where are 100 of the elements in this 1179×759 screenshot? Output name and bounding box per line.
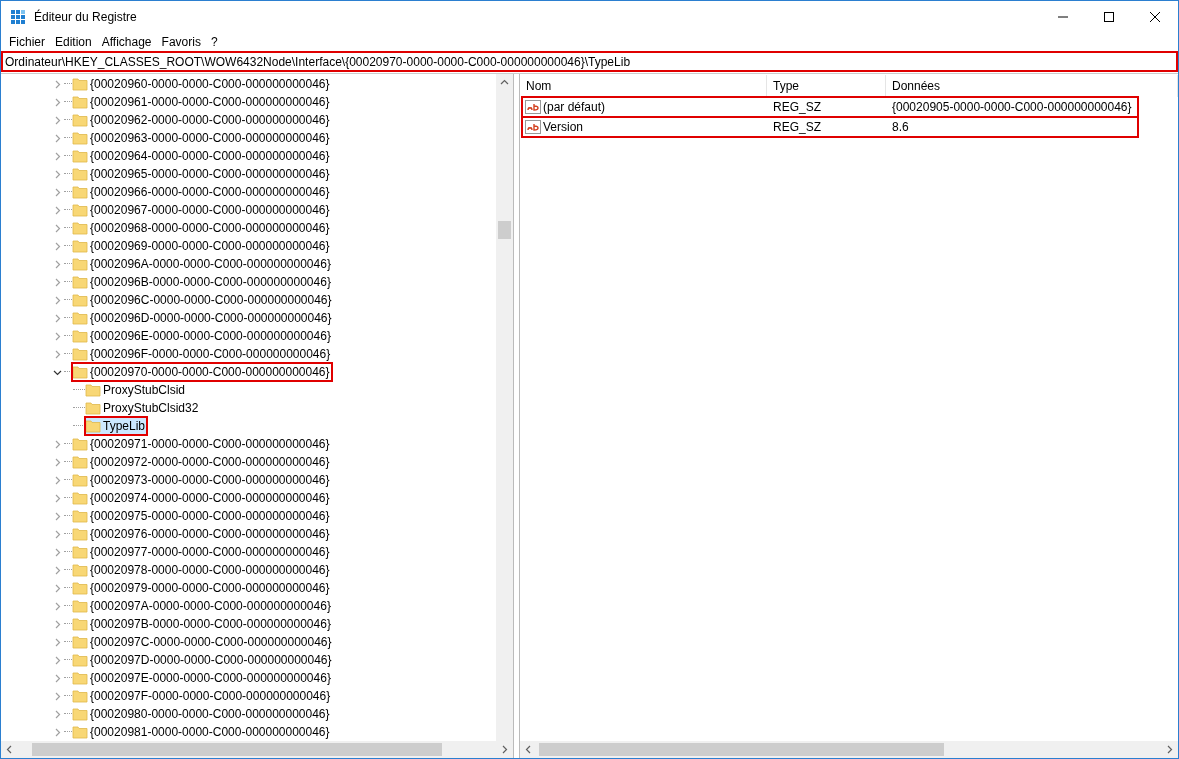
- chevron-right-icon[interactable]: [53, 709, 62, 719]
- registry-grid-icon: [10, 8, 26, 25]
- folder-icon: [72, 491, 88, 505]
- folder-icon: [72, 347, 88, 361]
- value-type: REG_SZ: [772, 99, 822, 116]
- tree-item-label: ProxyStubClsid32: [103, 400, 199, 417]
- column-header[interactable]: Données: [886, 75, 1178, 97]
- folder-icon: [72, 329, 88, 343]
- value-name: Version: [543, 119, 584, 136]
- value-type: REG_SZ: [772, 119, 822, 136]
- folder-icon: [72, 437, 88, 451]
- folder-icon: [72, 239, 88, 253]
- folder-icon: [72, 545, 88, 559]
- folder-icon: [72, 689, 88, 703]
- chevron-right-icon[interactable]: [53, 601, 62, 611]
- chevron-right-icon[interactable]: [53, 313, 62, 323]
- chevron-right-icon[interactable]: [53, 565, 62, 575]
- chevron-right-icon[interactable]: [53, 583, 62, 593]
- folder-icon: [72, 563, 88, 577]
- chevron-right-icon[interactable]: [53, 511, 62, 521]
- chevron-right-icon[interactable]: [53, 169, 62, 179]
- folder-icon: [72, 275, 88, 289]
- scrollbar-thumb[interactable]: [32, 743, 442, 756]
- menu-item[interactable]: Fichier: [4, 32, 50, 51]
- chevron-right-icon[interactable]: [53, 727, 62, 737]
- folder-icon: [72, 95, 88, 109]
- vertical-scrollbar[interactable]: [496, 74, 513, 741]
- folder-icon: [72, 293, 88, 307]
- folder-icon: [72, 653, 88, 667]
- chevron-right-icon[interactable]: [53, 619, 62, 629]
- menu-item[interactable]: Edition: [50, 32, 97, 51]
- folder-icon: [72, 617, 88, 631]
- chevron-right-icon[interactable]: [53, 133, 62, 143]
- folder-icon: [85, 383, 101, 397]
- folder-icon: [72, 707, 88, 721]
- value-row[interactable]: (par défaut) REG_SZ {00020905-0000-0000-C000-000000000046}: [522, 97, 1138, 117]
- address-bar[interactable]: Ordinateur\HKEY_CLASSES_ROOT\WOW6432Node\Interface\{00020970-0000-0000-C000-000000000046}\TypeLib: [2, 52, 1177, 71]
- chevron-right-icon[interactable]: [53, 331, 62, 341]
- window-title: Éditeur du Registre: [34, 8, 137, 26]
- folder-icon: [72, 365, 88, 379]
- chevron-right-icon[interactable]: [53, 97, 62, 107]
- folder-icon: [72, 311, 88, 325]
- string-value-icon: [525, 100, 541, 114]
- folder-icon: [72, 203, 88, 217]
- chevron-right-icon[interactable]: [53, 205, 62, 215]
- folder-icon: [72, 149, 88, 163]
- maximize-icon: [1104, 11, 1114, 22]
- folder-icon: [72, 185, 88, 199]
- chevron-right-icon[interactable]: [53, 79, 62, 89]
- menu-item[interactable]: Affichage: [96, 32, 157, 51]
- menu-item[interactable]: ?: [205, 32, 223, 51]
- chevron-right-icon[interactable]: [53, 691, 62, 701]
- chevron-right-icon[interactable]: [53, 187, 62, 197]
- folder-icon: [72, 635, 88, 649]
- chevron-right-icon[interactable]: [53, 223, 62, 233]
- folder-icon: [85, 401, 101, 415]
- scrollbar-thumb[interactable]: [498, 221, 511, 239]
- chevron-right-icon[interactable]: [53, 241, 62, 251]
- chevron-right-icon[interactable]: [53, 655, 62, 665]
- folder-icon: [72, 599, 88, 613]
- chevron-right-icon[interactable]: [53, 547, 62, 557]
- tree-item[interactable]: TypeLib: [85, 417, 148, 435]
- value-row[interactable]: Version REG_SZ 8.6: [522, 117, 1138, 137]
- chevron-right-icon[interactable]: [53, 439, 62, 449]
- tree-item[interactable]: ProxyStubClsid32: [85, 399, 201, 417]
- chevron-right-icon[interactable]: [53, 637, 62, 647]
- chevron-right-icon[interactable]: [53, 151, 62, 161]
- chevron-right-icon[interactable]: [53, 295, 62, 305]
- chevron-right-icon[interactable]: [53, 457, 62, 467]
- tree-item-label: TypeLib: [103, 418, 146, 435]
- folder-icon: [72, 131, 88, 145]
- folder-icon: [72, 113, 88, 127]
- folder-icon: [72, 77, 88, 91]
- horizontal-scrollbar[interactable]: [520, 741, 1178, 758]
- folder-icon: [72, 509, 88, 523]
- folder-icon: [85, 419, 101, 433]
- column-header[interactable]: Type: [767, 75, 886, 97]
- horizontal-scrollbar[interactable]: [1, 741, 513, 758]
- chevron-right-icon[interactable]: [53, 115, 62, 125]
- folder-icon: [72, 581, 88, 595]
- scrollbar-thumb[interactable]: [539, 743, 944, 756]
- folder-icon: [72, 455, 88, 469]
- folder-icon: [72, 473, 88, 487]
- folder-icon: [72, 221, 88, 235]
- value-data: {00020905-0000-0000-C000-000000000046}: [891, 99, 1133, 116]
- column-header[interactable]: Nom: [520, 75, 767, 97]
- chevron-right-icon[interactable]: [53, 673, 62, 683]
- chevron-right-icon[interactable]: [53, 493, 62, 503]
- folder-icon: [72, 671, 88, 685]
- chevron-right-icon[interactable]: [53, 475, 62, 485]
- chevron-right-icon[interactable]: [53, 259, 62, 269]
- menu-item[interactable]: Favoris: [156, 32, 206, 51]
- value-data: 8.6: [891, 119, 910, 136]
- folder-icon: [72, 257, 88, 271]
- folder-icon: [72, 167, 88, 181]
- chevron-right-icon[interactable]: [53, 529, 62, 539]
- tree-item[interactable]: ProxyStubClsid: [85, 381, 188, 399]
- value-name: (par défaut): [543, 99, 606, 116]
- chevron-right-icon[interactable]: [53, 277, 62, 287]
- chevron-right-icon[interactable]: [53, 349, 62, 359]
